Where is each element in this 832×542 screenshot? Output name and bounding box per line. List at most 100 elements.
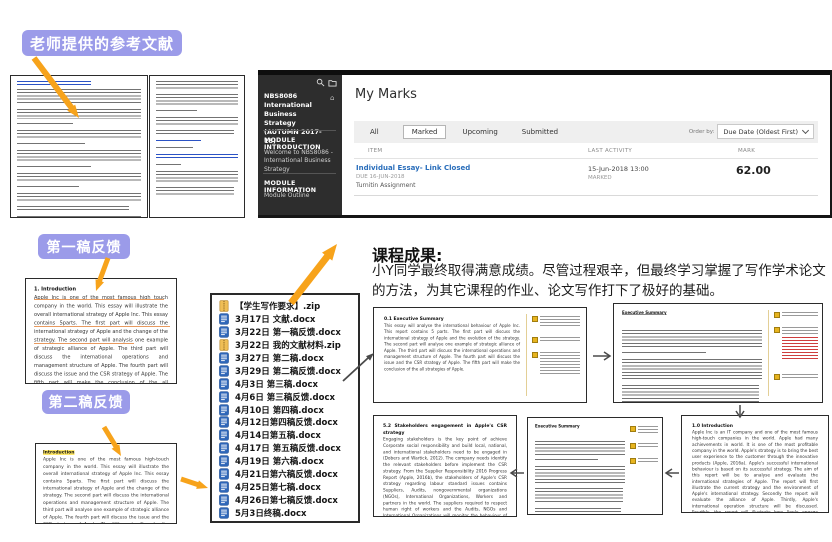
- draft2-body: Apple Inc is one of the most famous high…: [43, 456, 169, 524]
- word-document-icon: [219, 378, 232, 390]
- chevron-down-icon: [802, 127, 809, 134]
- comment-icon: [532, 337, 538, 343]
- zip-archive-icon: [219, 339, 232, 351]
- text-lines: [156, 154, 238, 160]
- lms-screenshot: NBS8086 International Business Strategy …: [258, 70, 832, 218]
- comment-icon: [532, 316, 538, 322]
- text-lines: [535, 488, 623, 504]
- folder-icon[interactable]: [328, 78, 337, 87]
- comment-text-lines: [638, 443, 658, 447]
- text-lines: [156, 147, 193, 150]
- comment-marker: [532, 337, 580, 343]
- order-by-dropdown[interactable]: Due Date (Oldest First): [717, 124, 814, 139]
- tab-upcoming[interactable]: Upcoming: [462, 128, 497, 136]
- text-lines: [535, 466, 625, 484]
- comment-icon: [630, 458, 636, 464]
- thumb-heading: Executive Summary: [535, 424, 625, 429]
- text-lines: [17, 206, 129, 212]
- lms-sidebar: NBS8086 International Business Strategy …: [258, 70, 342, 215]
- file-name: 4月14日第五稿.docx: [235, 429, 321, 441]
- text-lines: [156, 140, 201, 143]
- file-list-item[interactable]: 3月22日 第一稿反馈.docx: [219, 326, 354, 339]
- file-list-item[interactable]: 3月17日 文献.docx: [219, 313, 354, 326]
- word-document-icon: [219, 365, 232, 377]
- label-draft2-feedback: 第二稿反馈: [42, 390, 130, 414]
- comment-column: [630, 426, 658, 506]
- comment-marker: [630, 458, 658, 464]
- text-lines: [156, 81, 238, 90]
- comment-marker: [532, 316, 580, 328]
- comment-marker: [774, 327, 818, 365]
- reference-doc-text: [17, 81, 141, 218]
- file-name: 4月12日第四稿反馈.docx: [235, 416, 338, 428]
- thumb-exec-summary-redlined: Executive Summary: [613, 303, 823, 403]
- reference-doc-page1: [10, 75, 148, 218]
- text-lines: [17, 150, 141, 162]
- file-list-item[interactable]: 5月3日终稿.docx: [219, 506, 354, 519]
- file-list-item[interactable]: 【学生写作要求】.zip: [219, 300, 354, 313]
- text-lines: [17, 89, 141, 105]
- word-document-icon: [219, 468, 232, 480]
- comment-marker: [630, 426, 658, 434]
- file-list-item[interactable]: 4月6日 第三稿反馈.docx: [219, 390, 354, 403]
- label-teacher-references: 老师提供的参考文献: [22, 30, 182, 56]
- divider: [263, 173, 336, 174]
- file-list-item[interactable]: 3月27日 第二稿.docx: [219, 352, 354, 365]
- thumb-stakeholders: 5.2 Stakeholders engagement in Apple's C…: [373, 415, 517, 517]
- file-name: 4月26日第七稿反馈.docx: [235, 494, 338, 506]
- tab-all[interactable]: All: [370, 128, 379, 136]
- text-lines: [17, 186, 79, 189]
- text-lines: [17, 123, 73, 126]
- comment-text-lines: [782, 312, 818, 317]
- comment-column: [774, 312, 818, 394]
- col-mark: MARK: [738, 148, 755, 154]
- comment-marker: [630, 443, 658, 449]
- file-name: 3月22日 第一稿反馈.docx: [235, 326, 341, 338]
- sidebar-item-welcome[interactable]: Welcome to NBS8086 - International Busin…: [264, 149, 334, 174]
- comment-text-lines: [540, 352, 580, 374]
- thumb-body: Apple Inc is an IT company and one of th…: [692, 430, 818, 513]
- file-list-item[interactable]: 4月3日 第三稿.docx: [219, 377, 354, 390]
- file-list-item[interactable]: 4月21日第六稿反馈.docx: [219, 468, 354, 481]
- comment-marker: [532, 352, 580, 374]
- file-name: 【学生写作要求】.zip: [235, 300, 320, 312]
- file-list-item[interactable]: 4月19日 第六稿.docx: [219, 455, 354, 468]
- comment-divider: [768, 310, 769, 396]
- text-lines: [17, 216, 141, 218]
- text-lines: [156, 110, 197, 113]
- text-lines: [17, 143, 85, 146]
- file-name: 3月22日 我的文献材料.zip: [235, 339, 341, 351]
- sidebar-item-module-outline[interactable]: Module Outline: [264, 192, 334, 200]
- comment-text-lines: [540, 337, 580, 342]
- file-list-item[interactable]: 4月14日第五稿.docx: [219, 429, 354, 442]
- word-document-icon: [219, 429, 232, 441]
- thumb-heading: 5.2 Stakeholders engagement in Apple's C…: [383, 423, 507, 437]
- assignment-link[interactable]: Individual Essay- Link Closed: [356, 164, 470, 172]
- comment-text-lines: [782, 327, 818, 335]
- thumb-exec-summary-final: Executive Summary: [527, 417, 663, 515]
- file-list-item[interactable]: 4月25日第七稿.docx: [219, 480, 354, 493]
- marks-tabbar: AllMarkedUpcomingSubmitted Order by: Due…: [354, 121, 818, 143]
- due-date: DUE 16-JUN-2018: [356, 174, 405, 180]
- thumb-heading: 0.1 Executive Summary: [384, 316, 520, 323]
- table-row: Individual Essay- Link Closed DUE 16-JUN…: [354, 159, 818, 196]
- page-title: My Marks: [355, 87, 417, 102]
- file-list-item[interactable]: 4月26日第七稿反馈.docx: [219, 493, 354, 506]
- file-list-item[interactable]: 4月17日 第五稿反馈.docx: [219, 442, 354, 455]
- file-list-item[interactable]: 3月29日 第二稿反馈.docx: [219, 364, 354, 377]
- search-icon[interactable]: [316, 78, 325, 87]
- file-name: 4月25日第七稿.docx: [235, 481, 321, 493]
- comment-text-lines: [638, 458, 658, 464]
- file-list-item[interactable]: 3月22日 我的文献材料.zip: [219, 339, 354, 352]
- text-lines: [156, 117, 238, 126]
- feedback-mark: [34, 343, 134, 344]
- tab-submitted[interactable]: Submitted: [522, 128, 558, 136]
- word-document-icon: [219, 494, 232, 506]
- home-icon[interactable]: ⌂: [330, 94, 334, 102]
- text-lines: [17, 193, 141, 202]
- document-text: [535, 441, 625, 515]
- text-lines: [156, 130, 234, 136]
- file-list-item[interactable]: 4月12日第四稿反馈.docx: [219, 416, 354, 429]
- file-list-item[interactable]: 4月10日 第四稿.docx: [219, 403, 354, 416]
- tab-marked[interactable]: Marked: [403, 125, 447, 139]
